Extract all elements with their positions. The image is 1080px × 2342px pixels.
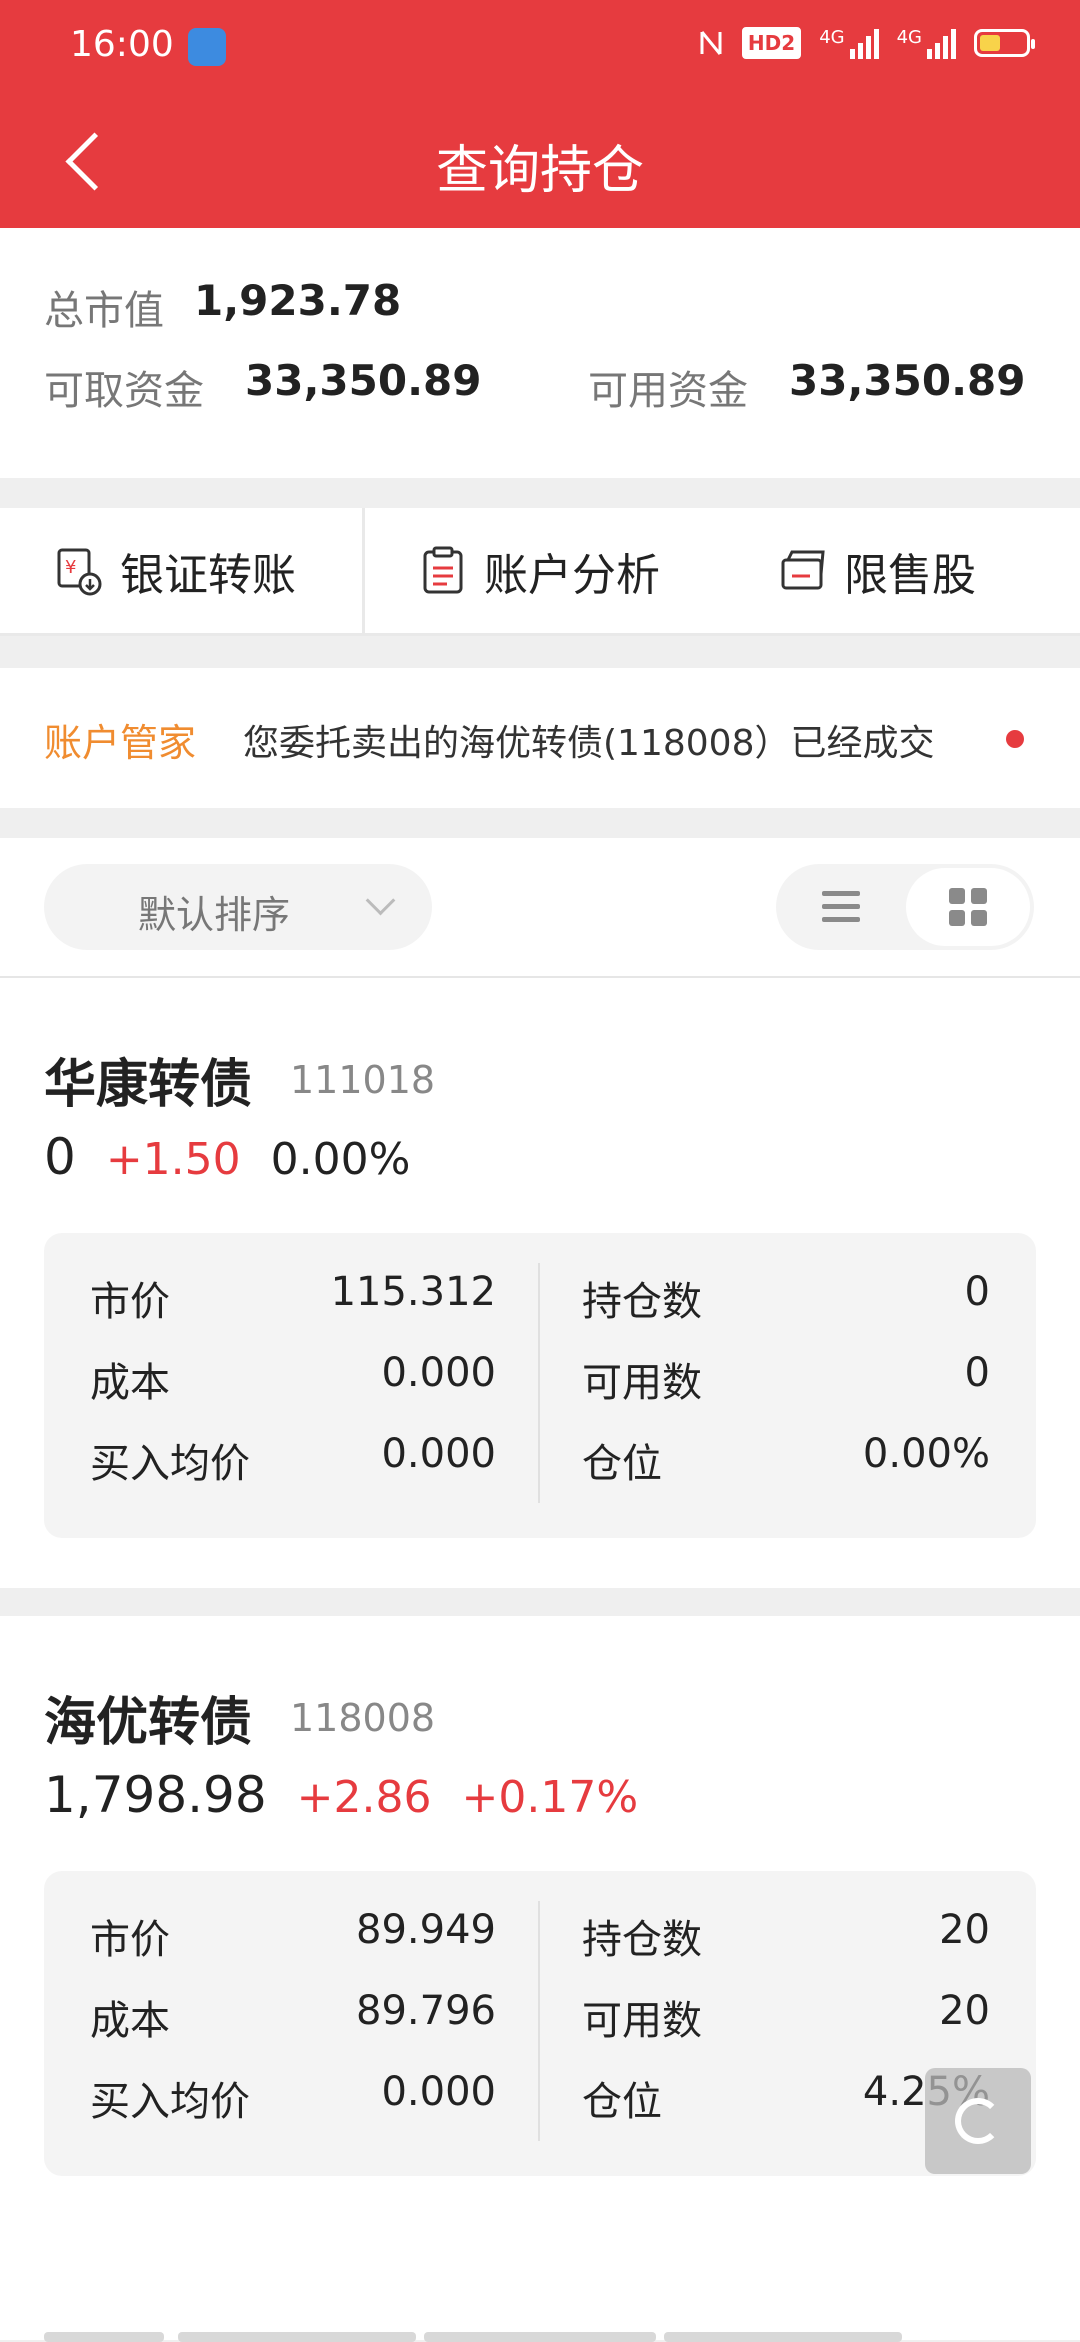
signal-icon-2: 4G (897, 27, 956, 59)
position-card[interactable]: 华康转债 111018 0 +1.50 0.00% 市价 115.312 成本 … (0, 978, 1080, 1588)
price-change: +2.86 (296, 1772, 432, 1823)
cost-value: 89.796 (356, 1988, 496, 2034)
position-details: 市价 115.312 成本 0.000 买入均价 0.000 持仓数 0 可用数… (44, 1233, 1036, 1538)
action-bank-transfer[interactable]: ¥ 银证转账 (56, 508, 296, 633)
signal-label-1: 4G (819, 27, 845, 48)
quick-actions: ¥ 银证转账 账户分析 限售股 (0, 508, 1080, 636)
position-ratio-label: 仓位 (582, 2079, 662, 2125)
available-funds-label: 可用资金 (588, 368, 748, 414)
svg-text:¥: ¥ (65, 557, 76, 578)
position-ratio-value: 0.00% (862, 1431, 990, 1477)
avg-buy-label: 买入均价 (90, 2079, 250, 2125)
withdrawable-value: 33,350.89 (245, 356, 482, 405)
battery-level (980, 35, 1000, 51)
cost-label: 成本 (90, 1998, 170, 2044)
asset-summary: 总市值 1,923.78 可取资金 33,350.89 可用资金 33,350.… (0, 228, 1080, 478)
security-name: 海优转债 (44, 1693, 253, 1753)
nfc-icon (700, 31, 722, 55)
sort-label: 默认排序 (138, 893, 291, 937)
market-price-label: 市价 (90, 1917, 170, 1963)
action-label-restricted-shares: 限售股 (844, 549, 976, 601)
list-view-button[interactable] (776, 864, 906, 950)
holdings-label: 持仓数 (582, 1917, 702, 1963)
position-ratio-label: 仓位 (582, 1441, 662, 1487)
action-label-account-analysis: 账户分析 (484, 549, 660, 601)
position-card[interactable]: 海优转债 118008 1,798.98 +2.86 +0.17% 市价 89.… (0, 1616, 1080, 2226)
available-qty-value: 20 (939, 1988, 990, 2034)
wallet-icon (780, 546, 826, 596)
avg-buy-label: 买入均价 (90, 1441, 250, 1487)
list-icon (822, 891, 860, 923)
partial-card-placeholder (178, 2332, 416, 2342)
notice-text: 您委托卖出的海优转债(118008）已经成交 (243, 723, 935, 764)
available-funds-value: 33,350.89 (789, 356, 1026, 405)
action-account-analysis[interactable]: 账户分析 (420, 508, 660, 633)
market-price-label: 市价 (90, 1279, 170, 1325)
page-title: 查询持仓 (435, 141, 644, 201)
sort-bar: 默认排序 (0, 838, 1080, 978)
available-qty-label: 可用数 (582, 1998, 702, 2044)
grid-view-button[interactable] (906, 868, 1030, 946)
status-time: 16:00 (70, 24, 174, 65)
sort-dropdown[interactable]: 默认排序 (44, 864, 432, 950)
holdings-value: 0 (964, 1269, 990, 1315)
refresh-button[interactable] (925, 2068, 1031, 2174)
hd-voice-icon: HD2 (741, 27, 802, 59)
clipboard-icon (420, 546, 466, 596)
quote-line: 1,798.98 +2.86 +0.17% (44, 1766, 638, 1824)
holdings-value: 20 (939, 1907, 990, 1953)
grid-icon (949, 888, 987, 926)
notice-tag: 账户管家 (44, 721, 197, 765)
bank-transfer-icon: ¥ (56, 546, 102, 596)
available-qty-value: 0 (964, 1350, 990, 1396)
app-notification-icon (188, 28, 226, 66)
unread-dot-icon (1006, 730, 1024, 748)
header: 查询持仓 (0, 96, 1080, 228)
security-name: 华康转债 (44, 1055, 253, 1115)
holdings-label: 持仓数 (582, 1279, 702, 1325)
position-card-partial[interactable] (0, 2226, 1080, 2342)
quote-line: 0 +1.50 0.00% (44, 1128, 410, 1186)
chevron-down-icon (365, 885, 396, 916)
view-toggle (776, 864, 1034, 950)
action-restricted-shares[interactable]: 限售股 (780, 508, 976, 633)
security-code: 111018 (290, 1058, 436, 1102)
partial-card-placeholder (664, 2332, 902, 2342)
total-value-label: 总市值 (44, 288, 164, 334)
account-notice[interactable]: 账户管家 您委托卖出的海优转债(118008）已经成交 (0, 668, 1080, 808)
signal-icon-1: 4G (819, 27, 879, 59)
available-qty-label: 可用数 (582, 1360, 702, 1406)
detail-divider (538, 1263, 540, 1503)
cost-value: 0.000 (381, 1350, 496, 1396)
cost-label: 成本 (90, 1360, 170, 1406)
status-bar: 16:00 HD2 4G 4G (0, 0, 1080, 96)
partial-card-placeholder (44, 2332, 164, 2342)
market-price-value: 89.949 (356, 1907, 496, 1953)
market-price-value: 115.312 (330, 1269, 496, 1315)
price-change-pct: +0.17% (461, 1772, 639, 1823)
partial-card-placeholder (424, 2332, 656, 2342)
withdrawable-label: 可取资金 (44, 368, 204, 414)
status-icons: HD2 4G 4G (698, 26, 1035, 60)
position-value: 1,798.98 (44, 1766, 267, 1824)
position-value: 0 (44, 1128, 76, 1186)
signal-label-2: 4G (896, 27, 922, 48)
avg-buy-value: 0.000 (381, 1431, 496, 1477)
top-bar: 16:00 HD2 4G 4G 查询持仓 (0, 0, 1080, 228)
price-change-pct: 0.00% (270, 1134, 411, 1185)
position-details: 市价 89.949 成本 89.796 买入均价 0.000 持仓数 20 可用… (44, 1871, 1036, 2176)
action-label-bank-transfer: 银证转账 (120, 549, 296, 601)
security-code: 118008 (290, 1696, 436, 1740)
total-value: 1,923.78 (194, 276, 402, 325)
avg-buy-value: 0.000 (381, 2069, 496, 2115)
refresh-icon (955, 2098, 1001, 2144)
price-change: +1.50 (105, 1134, 241, 1185)
action-divider (362, 508, 365, 636)
detail-divider (538, 1901, 540, 2141)
battery-icon (974, 29, 1035, 57)
